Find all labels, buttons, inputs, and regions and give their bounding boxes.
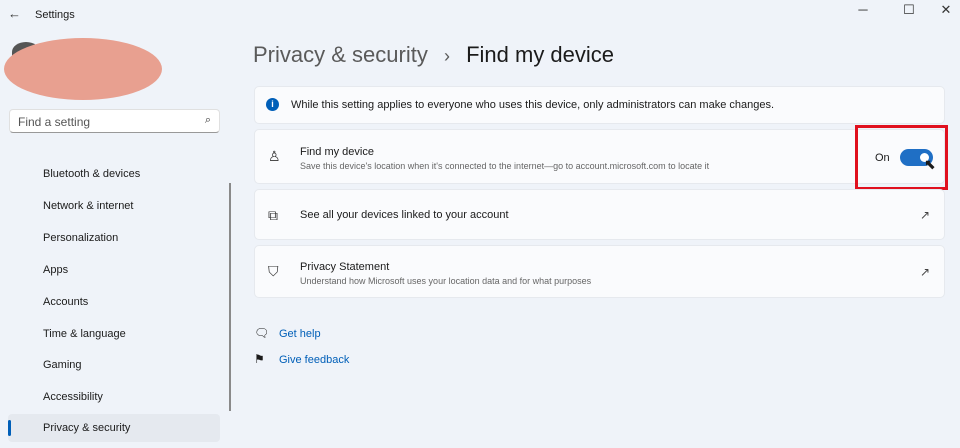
help-icon: 🗨	[254, 326, 270, 340]
sidebar-item-time-language[interactable]: Time & language	[8, 320, 220, 348]
sidebar-item-accounts[interactable]: Accounts	[8, 288, 220, 316]
sidebar-item-personalization[interactable]: Personalization	[8, 224, 220, 252]
get-help-link[interactable]: Get help	[279, 328, 321, 340]
feedback-icon: ⚑	[254, 352, 265, 366]
devices-link-card[interactable]: ⧉ See all your devices linked to your ac…	[254, 189, 945, 240]
breadcrumb-separator: ›	[443, 46, 450, 66]
page-title: Find my device	[466, 42, 615, 67]
privacy-title: Privacy Statement	[300, 261, 390, 273]
find-my-device-card: ♙ Find my device Save this device's loca…	[254, 129, 945, 184]
devices-title: See all your devices linked to your acco…	[300, 209, 509, 221]
back-arrow-icon[interactable]: ←	[8, 6, 21, 21]
sidebar-item-bluetooth[interactable]: Bluetooth & devices	[8, 160, 220, 188]
sidebar-item-accessibility[interactable]: Accessibility	[8, 383, 220, 411]
highlight-box	[855, 125, 948, 190]
find-device-description: Save this device's location when it's co…	[300, 161, 710, 171]
redacted-user-info	[4, 38, 162, 100]
search-icon: ⌕	[204, 114, 211, 126]
search-placeholder: Find a setting	[18, 115, 91, 129]
nav-label: Network & internet	[43, 200, 134, 212]
search-input[interactable]: Find a setting ⌕	[9, 109, 220, 133]
nav-label: Accounts	[43, 296, 89, 308]
nav-label: Time & language	[43, 328, 126, 340]
find-device-icon: ♙	[268, 148, 281, 164]
privacy-description: Understand how Microsoft uses your locat…	[300, 276, 592, 286]
sidebar-item-privacy-security[interactable]: Privacy & security	[8, 414, 220, 442]
close-button[interactable]: ✕	[931, 2, 960, 18]
external-link-icon: ↗	[919, 265, 930, 279]
nav-label: Bluetooth & devices	[43, 168, 141, 180]
breadcrumb-parent[interactable]: Privacy & security	[253, 42, 428, 67]
maximize-button[interactable]: ☐	[894, 2, 924, 18]
window-title: Settings	[35, 9, 75, 21]
info-banner: i While this setting applies to everyone…	[254, 86, 945, 124]
privacy-statement-card[interactable]: ⛉ Privacy Statement Understand how Micro…	[254, 245, 945, 298]
info-text: While this setting applies to everyone w…	[291, 99, 775, 111]
nav-label: Accessibility	[43, 391, 103, 403]
find-device-title: Find my device	[300, 146, 374, 158]
nav-label: Personalization	[43, 232, 119, 244]
sidebar-item-apps[interactable]: Apps	[8, 256, 220, 284]
shield-icon: ⛉	[268, 263, 279, 279]
give-feedback-link[interactable]: Give feedback	[279, 354, 349, 366]
selection-indicator	[8, 420, 11, 436]
external-link-icon: ↗	[919, 208, 930, 222]
sidebar-item-network[interactable]: Network & internet	[8, 192, 220, 220]
info-icon: i	[266, 98, 279, 111]
breadcrumb: Privacy & security › Find my device	[253, 42, 614, 68]
nav-label: Gaming	[43, 359, 82, 371]
sidebar-scrollbar[interactable]	[229, 183, 231, 411]
nav-label: Apps	[43, 264, 69, 276]
minimize-button[interactable]: ─	[848, 2, 878, 17]
nav-label: Privacy & security	[43, 422, 131, 434]
devices-icon: ⧉	[268, 207, 278, 223]
sidebar-item-gaming[interactable]: Gaming	[8, 351, 220, 379]
